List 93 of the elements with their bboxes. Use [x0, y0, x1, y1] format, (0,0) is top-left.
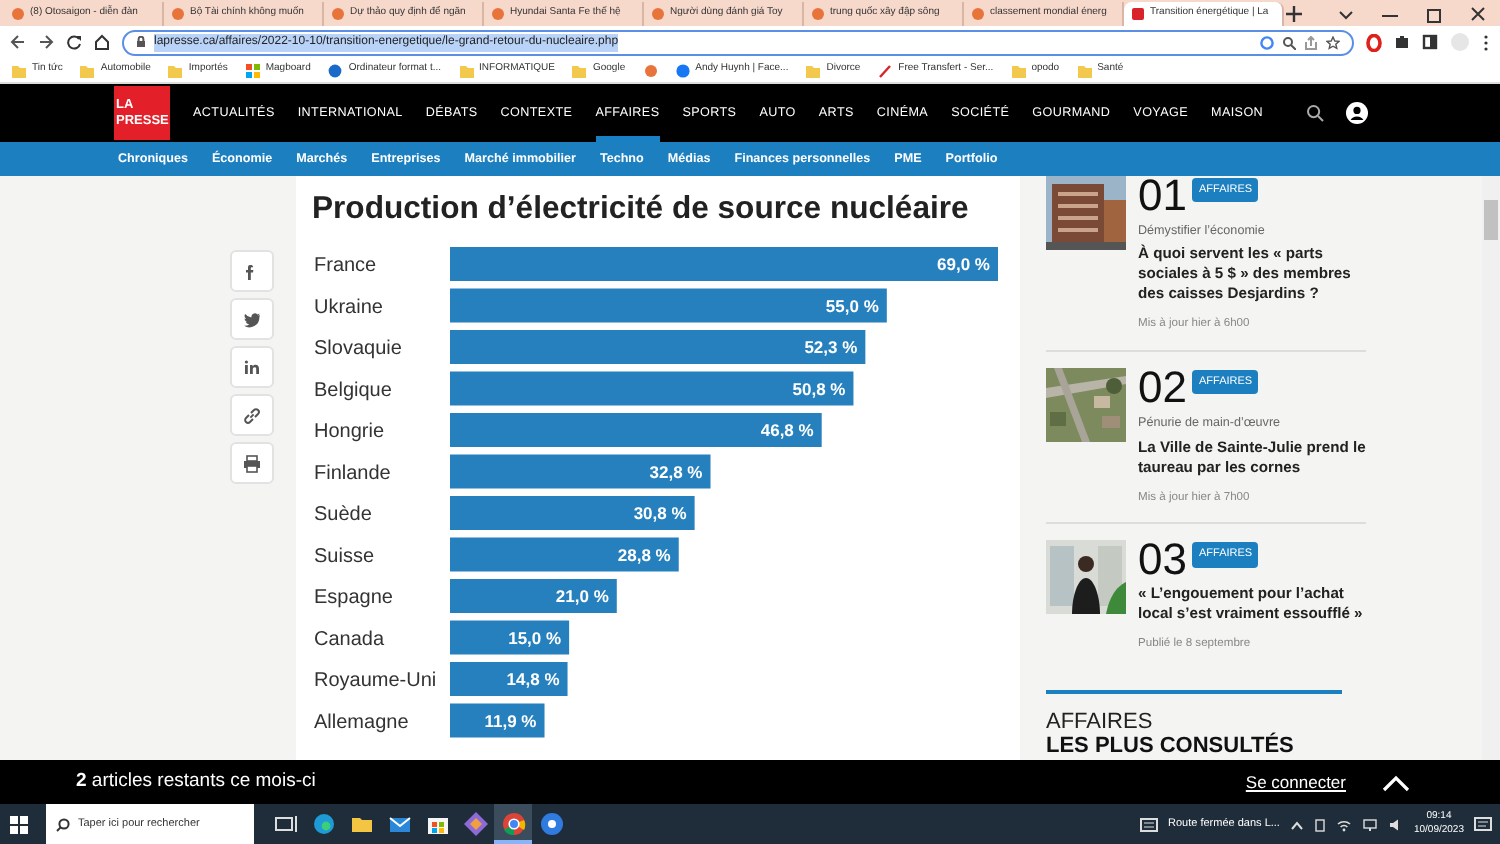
user-icon[interactable] [1346, 102, 1368, 124]
task-view-icon [271, 810, 299, 838]
folder-icon [1077, 63, 1092, 77]
bird-icon [242, 309, 262, 329]
windows-icon[interactable] [10, 815, 28, 833]
value-label: 50,8 % [792, 378, 846, 399]
folder-icon [572, 63, 587, 77]
category-label: Allemagne [314, 711, 409, 734]
share-button[interactable] [230, 394, 274, 436]
maximize-icon[interactable] [1424, 4, 1444, 24]
printer-icon [242, 453, 262, 473]
share-button[interactable] [230, 442, 274, 484]
category-label: Slovaquie [314, 338, 402, 360]
category-label: Canada [314, 628, 385, 651]
browser-icon [309, 810, 337, 838]
close-icon[interactable] [1468, 4, 1488, 24]
section-title: AFFAIRES [1046, 711, 1155, 734]
volume-icon[interactable] [1387, 817, 1404, 831]
link-icon [242, 405, 262, 425]
value-label: 69,0 % [937, 254, 990, 274]
menu-icon[interactable] [1482, 33, 1490, 51]
category-label: Belgique [314, 379, 392, 402]
chart-title: Production d’électricité de source nucléaire [312, 192, 969, 226]
folder-icon [12, 63, 26, 77]
diamond-icon [461, 810, 489, 838]
chrome-icon [499, 810, 527, 838]
pen-icon [878, 63, 893, 77]
rank-number: 03 [1138, 540, 1187, 581]
bar [450, 703, 545, 738]
value-label: 15,0 % [508, 627, 562, 648]
back-icon[interactable] [10, 34, 26, 50]
category-label: Suisse [314, 545, 375, 568]
login-link[interactable]: Se connecter [1245, 769, 1346, 795]
value-label: 28,8 % [617, 544, 671, 565]
category-label: Espagne [314, 587, 393, 609]
battery-icon[interactable] [1313, 817, 1326, 831]
bar [450, 662, 568, 696]
value-label: 55,0 % [825, 295, 879, 316]
grid-icon [245, 63, 260, 77]
category-label: Suède [314, 504, 372, 526]
value-label: 14,8 % [506, 669, 560, 689]
opera-icon[interactable] [1366, 33, 1382, 51]
home-icon[interactable] [94, 34, 110, 50]
network-icon[interactable] [1361, 817, 1378, 831]
folder-icon [459, 63, 474, 77]
scrollbar[interactable] [1482, 176, 1500, 760]
share-button[interactable] [230, 298, 274, 340]
value-label: 32,8 % [649, 461, 703, 482]
rank-number: 01 [1138, 176, 1187, 216]
category-label: Finlande [314, 462, 391, 485]
notification-icon[interactable] [1474, 815, 1492, 833]
taskbar-app[interactable] [494, 804, 532, 844]
wifi-icon[interactable] [1335, 817, 1352, 831]
folder-icon [1011, 63, 1026, 77]
value-label: 30,8 % [633, 503, 687, 523]
sidebar-icon[interactable] [1422, 34, 1438, 50]
value-label: 11,9 % [484, 710, 537, 731]
category-label: Ukraine [314, 296, 383, 319]
bar [450, 620, 570, 655]
linkedin-icon [242, 357, 262, 377]
folder-icon [80, 63, 95, 77]
share-icon[interactable] [1304, 35, 1318, 49]
rank-number: 02 [1138, 368, 1187, 409]
chevron-up-icon[interactable] [1382, 773, 1410, 791]
value-label: 46,8 % [760, 420, 814, 440]
reload-icon[interactable] [66, 34, 82, 50]
forward-icon[interactable] [38, 34, 54, 50]
search-icon [56, 817, 70, 831]
bookmark-site-icon[interactable] [643, 63, 658, 77]
category-label: Hongrie [314, 421, 385, 443]
new-tab-icon[interactable] [1284, 2, 1304, 26]
news-icon[interactable] [1140, 817, 1159, 831]
folder-icon [806, 63, 821, 77]
zoom-icon[interactable] [1282, 35, 1296, 49]
search-icon[interactable] [1306, 104, 1324, 122]
value-label: 21,0 % [555, 586, 609, 606]
section-subtitle: LES PLUS CONSULTÉS [1046, 733, 1296, 758]
scrollbar-thumb[interactable] [1484, 200, 1498, 240]
lock-icon [136, 36, 146, 48]
puzzle-icon[interactable] [1394, 34, 1410, 50]
folder-icon [168, 63, 183, 77]
share-button[interactable] [230, 346, 274, 388]
value-label: 52,3 % [804, 337, 858, 357]
facebook-icon [675, 63, 690, 77]
articles-remaining-text: 2 articles restants ce mois-ci [76, 767, 316, 796]
category-label: Royaume-Uni [314, 670, 437, 692]
google-icon[interactable] [1260, 35, 1274, 49]
category-label: France [314, 255, 377, 277]
globe-icon [328, 63, 343, 77]
share-button[interactable] [230, 250, 274, 292]
star-icon[interactable] [1326, 35, 1340, 49]
tray-chevron-icon[interactable] [1289, 819, 1304, 829]
disc-icon [537, 810, 565, 838]
